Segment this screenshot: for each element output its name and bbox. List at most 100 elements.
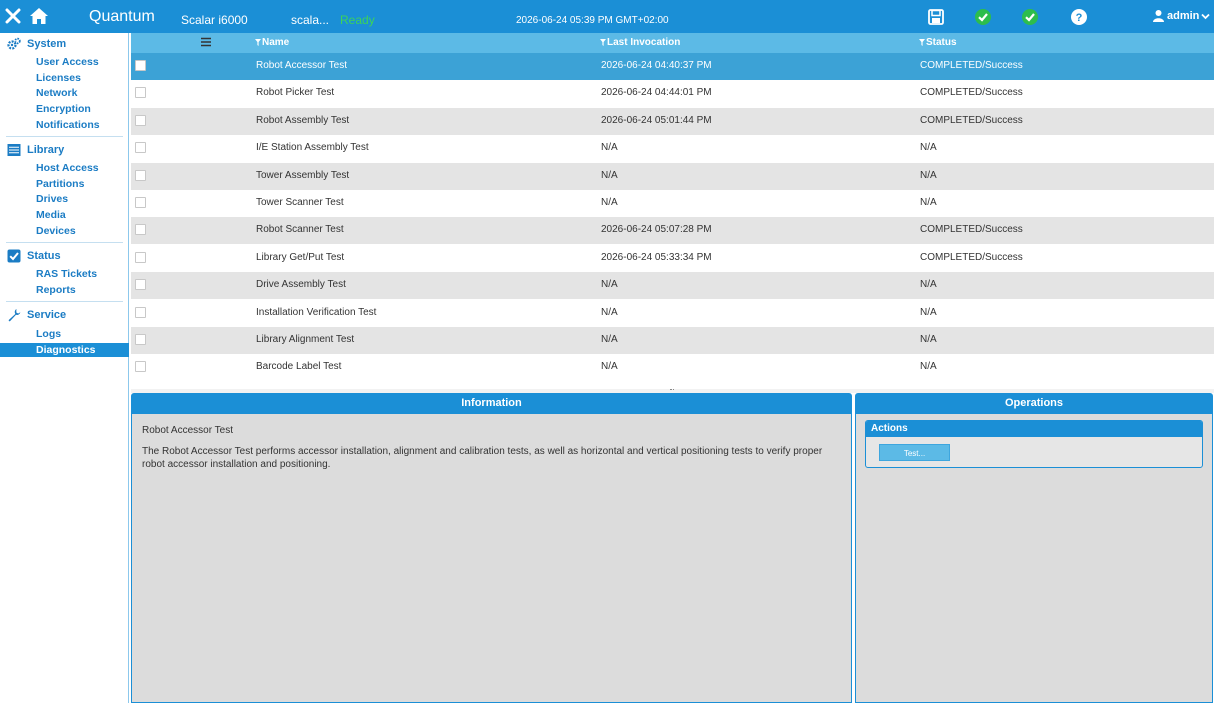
- sidebar-item-devices[interactable]: Devices: [0, 224, 129, 238]
- row-checkbox[interactable]: [135, 142, 146, 154]
- row-last-invocation: 2026-06-24 04:44:01 PM: [601, 87, 712, 99]
- information-description: The Robot Accessor Test performs accesso…: [142, 446, 823, 470]
- table-row[interactable]: Tower Scanner Test N/A N/A: [131, 190, 1214, 217]
- row-last-invocation: 2026-06-24 05:01:44 PM: [601, 114, 712, 126]
- sidebar-section-status[interactable]: Status: [7, 249, 61, 263]
- library-name[interactable]: scala...: [291, 13, 329, 27]
- table-row[interactable]: Robot Assembly Test 2026-06-24 05:01:44 P…: [131, 107, 1214, 135]
- library-icon: [7, 144, 21, 156]
- table-row[interactable]: I/E Station Assembly Test N/A N/A: [131, 135, 1214, 163]
- row-last-invocation: 2026-06-24 04:40:37 PM: [601, 60, 712, 71]
- table-row[interactable]: Library Get/Put Test 2026-06-24 05:33:34 …: [131, 244, 1214, 272]
- help-icon[interactable]: ?: [1070, 8, 1088, 26]
- sidebar-item-ras-tickets[interactable]: RAS Tickets: [0, 267, 129, 281]
- sidebar-item-reports[interactable]: Reports: [0, 283, 129, 297]
- row-checkbox[interactable]: [135, 87, 146, 99]
- library-status: Ready: [340, 13, 375, 27]
- sidebar-section-library[interactable]: Library: [7, 143, 64, 157]
- brand-label: Quantum: [89, 8, 155, 25]
- row-last-invocation: N/A: [601, 169, 618, 181]
- close-icon[interactable]: [5, 8, 21, 24]
- row-name: Tower Assembly Test: [256, 169, 350, 181]
- table-row[interactable]: Robot Picker Test 2026-06-24 04:44:01 PM C…: [131, 80, 1214, 108]
- check-icon[interactable]: [1021, 8, 1039, 26]
- sidebar-item-notifications[interactable]: Notifications: [0, 118, 129, 132]
- column-header-last-invocation[interactable]: Last Invocation: [600, 37, 680, 48]
- sidebar-item-logs[interactable]: Logs: [0, 327, 129, 341]
- row-last-invocation: 2026-06-24 05:33:34 PM: [601, 251, 712, 263]
- user-menu[interactable]: admin: [1152, 9, 1211, 23]
- row-last-invocation: N/A: [601, 197, 618, 208]
- table-row[interactable]: Installation Verification Test N/A N/A: [131, 299, 1214, 327]
- home-icon[interactable]: [29, 7, 49, 25]
- check-icon[interactable]: [974, 8, 992, 26]
- row-status: N/A: [920, 306, 937, 318]
- sidebar-section-label: Library: [27, 144, 65, 156]
- splitter-grip[interactable]: [670, 389, 674, 392]
- row-name: Robot Picker Test: [256, 87, 335, 99]
- row-name: Robot Scanner Test: [256, 224, 344, 236]
- row-checkbox[interactable]: [135, 306, 146, 318]
- row-checkbox[interactable]: [135, 224, 146, 236]
- row-checkbox[interactable]: [135, 361, 146, 373]
- sidebar-item-diagnostics[interactable]: Diagnostics: [0, 343, 129, 357]
- row-last-invocation: N/A: [601, 142, 618, 154]
- filter-icon: [600, 39, 606, 46]
- row-name: Tower Scanner Test: [256, 197, 344, 208]
- row-checkbox[interactable]: [135, 334, 146, 345]
- sidebar-item-network[interactable]: Network: [0, 86, 129, 100]
- table-row[interactable]: Library Alignment Test N/A N/A: [131, 327, 1214, 354]
- sidebar-section-service[interactable]: Service: [7, 308, 66, 322]
- sidebar: System User Access Licenses Network Encr…: [0, 33, 129, 703]
- row-status: N/A: [920, 197, 937, 208]
- row-checkbox[interactable]: [135, 197, 146, 208]
- row-checkbox[interactable]: [135, 169, 146, 181]
- top-bar: Quantum Scalar i6000 scala... Ready 2026…: [0, 0, 1214, 33]
- sidebar-item-media[interactable]: Media: [0, 208, 129, 222]
- sidebar-item-encryption[interactable]: Encryption: [0, 102, 129, 116]
- system-datetime: 2026-06-24 05:39 PM GMT+02:00: [516, 15, 669, 26]
- table-row[interactable]: Drive Assembly Test N/A N/A: [131, 272, 1214, 300]
- row-checkbox[interactable]: [135, 114, 146, 126]
- sidebar-divider: [6, 136, 123, 137]
- row-name: Drive Assembly Test: [256, 279, 346, 291]
- sidebar-section-label: Status: [27, 250, 61, 262]
- row-status: COMPLETED/Success: [920, 87, 1023, 99]
- row-name: I/E Station Assembly Test: [256, 142, 369, 154]
- sidebar-section-system[interactable]: System: [7, 37, 66, 51]
- test-button[interactable]: Test...: [879, 444, 950, 461]
- row-last-invocation: 2026-06-24 05:07:28 PM: [601, 224, 712, 236]
- row-checkbox[interactable]: [135, 251, 146, 263]
- row-status: N/A: [920, 334, 937, 345]
- row-last-invocation: N/A: [601, 334, 618, 345]
- filter-icon: [255, 39, 261, 46]
- chevron-down-icon: [1201, 13, 1211, 19]
- row-checkbox[interactable]: [135, 279, 146, 291]
- table-row[interactable]: Barcode Label Test N/A N/A: [131, 354, 1214, 382]
- sidebar-divider: [6, 242, 123, 243]
- filter-icon: [919, 39, 925, 46]
- table-row[interactable]: Robot Accessor Test 2026-06-24 04:40:37 P…: [131, 53, 1214, 80]
- sidebar-item-host-access[interactable]: Host Access: [0, 161, 129, 175]
- sidebar-item-licenses[interactable]: Licenses: [0, 71, 129, 85]
- row-name: Installation Verification Test: [256, 306, 377, 318]
- table-row[interactable]: Robot Scanner Test 2026-06-24 05:07:28 PM…: [131, 217, 1214, 245]
- information-test-name: Robot Accessor Test: [142, 425, 233, 436]
- row-status: COMPLETED/Success: [920, 251, 1023, 263]
- column-header-status[interactable]: Status: [919, 37, 957, 48]
- sidebar-item-drives[interactable]: Drives: [0, 192, 129, 206]
- table-row[interactable]: Tower Assembly Test N/A N/A: [131, 162, 1214, 190]
- menu-icon[interactable]: [201, 37, 211, 47]
- save-icon[interactable]: [927, 8, 945, 26]
- row-status: N/A: [920, 279, 937, 291]
- user-icon: [1153, 10, 1164, 22]
- sidebar-item-user-access[interactable]: User Access: [0, 55, 129, 69]
- sidebar-item-partitions[interactable]: Partitions: [0, 177, 129, 191]
- actions-group: Actions Test...: [865, 420, 1203, 468]
- grid-header: Name Last Invocation Status: [131, 33, 1214, 53]
- row-last-invocation: N/A: [601, 361, 618, 373]
- row-checkbox[interactable]: [135, 60, 146, 71]
- row-name: Robot Accessor Test: [256, 60, 347, 71]
- column-header-name[interactable]: Name: [255, 37, 289, 48]
- row-status: COMPLETED/Success: [920, 60, 1023, 71]
